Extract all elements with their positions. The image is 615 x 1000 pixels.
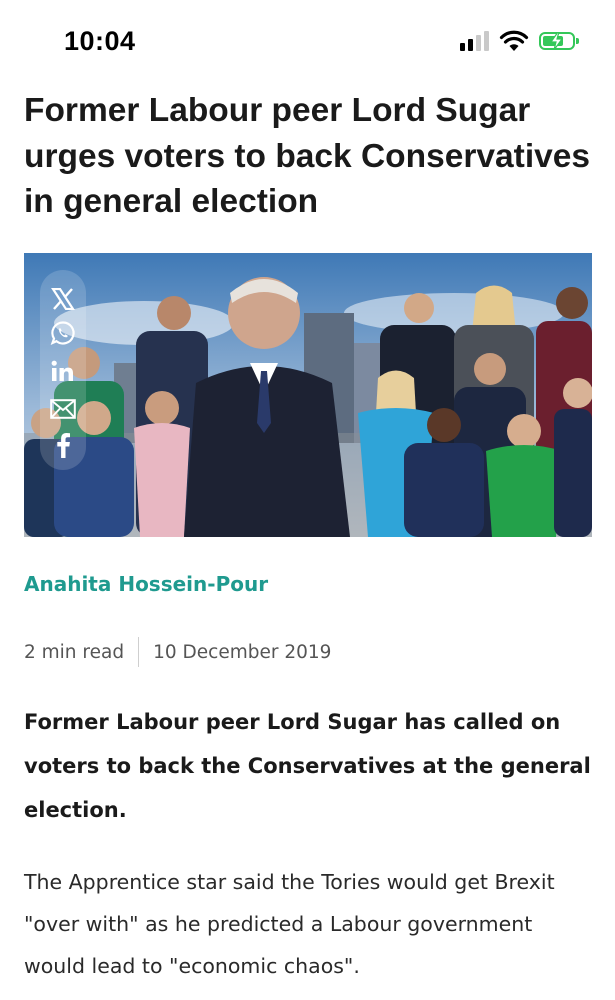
author-link[interactable]: Anahita Hossein-Pour <box>24 572 268 596</box>
cellular-signal-icon <box>460 31 489 51</box>
status-time: 10:04 <box>64 26 136 56</box>
article-headline: Former Labour peer Lord Sugar urges vote… <box>24 92 591 220</box>
linkedin-icon[interactable] <box>50 358 76 384</box>
email-icon[interactable] <box>50 396 76 422</box>
facebook-icon[interactable] <box>50 432 76 458</box>
article-lead: Former Labour peer Lord Sugar has called… <box>24 710 591 822</box>
battery-charging-icon <box>539 32 579 50</box>
publish-date: 10 December 2019 <box>153 641 332 663</box>
read-time: 2 min read <box>24 641 125 663</box>
status-bar: 10:04 <box>0 0 615 80</box>
whatsapp-icon[interactable] <box>50 320 76 346</box>
wifi-icon <box>499 30 529 51</box>
x-icon[interactable] <box>50 286 76 312</box>
article-meta: 2 min read 10 December 2019 <box>24 637 332 667</box>
status-icons <box>460 28 579 54</box>
article-paragraph: The Apprentice star said the Tories woul… <box>24 870 555 978</box>
article-hero-image <box>24 253 592 537</box>
meta-divider <box>138 637 140 667</box>
